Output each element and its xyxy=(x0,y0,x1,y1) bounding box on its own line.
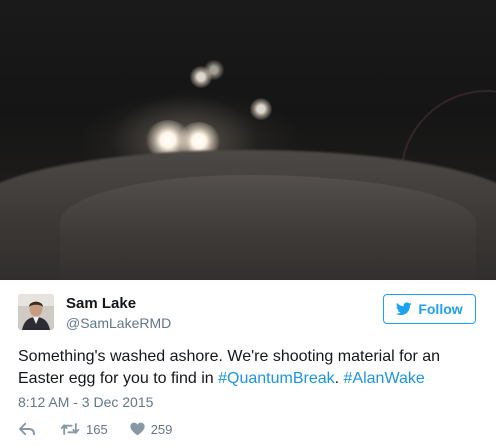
tweet-actions: 165 259 xyxy=(18,419,172,439)
tweet-photo[interactable] xyxy=(0,0,496,280)
photo-washed-object xyxy=(60,175,476,280)
hashtag-alanwake[interactable]: #AlanWake xyxy=(344,370,425,387)
retweet-icon xyxy=(60,423,80,435)
reply-icon xyxy=(19,422,35,436)
hashtag-quantumbreak[interactable]: #QuantumBreak xyxy=(218,370,335,387)
bird-icon xyxy=(396,302,413,316)
avatar[interactable] xyxy=(18,294,54,330)
like-button[interactable]: 259 xyxy=(130,421,173,437)
follow-label: Follow xyxy=(418,301,463,317)
tweet-timestamp[interactable]: 8:12 AM - 3 Dec 2015 xyxy=(18,394,153,410)
follow-button[interactable]: Follow xyxy=(383,294,476,324)
embedded-tweet: Sam Lake @SamLakeRMD Follow Something's … xyxy=(0,0,496,446)
author-handle[interactable]: @SamLakeRMD xyxy=(66,315,171,331)
avatar-portrait xyxy=(18,294,54,330)
photo-light xyxy=(204,60,224,80)
retweet-button[interactable]: 165 xyxy=(60,422,108,437)
tweet-text: Something's washed ashore. We're shootin… xyxy=(18,346,478,390)
like-count: 259 xyxy=(150,421,173,437)
tweet-text-separator: . xyxy=(334,370,344,387)
heart-icon xyxy=(130,422,145,436)
retweet-count: 165 xyxy=(86,421,108,437)
reply-button[interactable] xyxy=(18,422,36,436)
author-name[interactable]: Sam Lake xyxy=(66,295,136,312)
photo-light xyxy=(250,98,272,120)
